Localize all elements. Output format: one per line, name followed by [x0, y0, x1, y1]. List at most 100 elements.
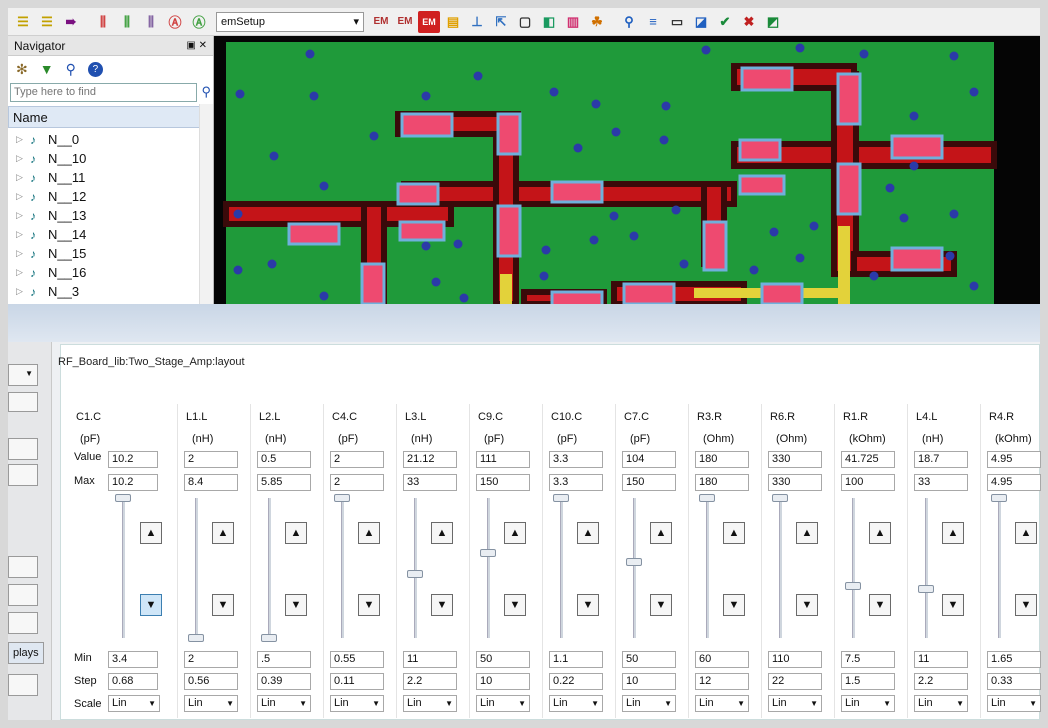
- left-button-5[interactable]: [8, 612, 38, 634]
- step-field[interactable]: 0.22: [549, 673, 603, 690]
- color-layers-icon[interactable]: ▥: [562, 11, 584, 33]
- em-icon[interactable]: EM: [418, 10, 440, 33]
- param-slider-thumb[interactable]: [991, 494, 1007, 502]
- min-field[interactable]: 3.4: [108, 651, 158, 668]
- decrease-button[interactable]: ▼: [577, 594, 599, 616]
- probe-icon[interactable]: ⊥: [466, 11, 488, 33]
- max-field[interactable]: 5.85: [257, 474, 311, 491]
- increase-button[interactable]: ▲: [431, 522, 453, 544]
- max-field[interactable]: 10.2: [108, 474, 158, 491]
- increase-button[interactable]: ▲: [1015, 522, 1037, 544]
- expand-arrow-icon[interactable]: ▷: [16, 248, 26, 259]
- scale-select[interactable]: Lin ▼: [403, 695, 457, 712]
- param-slider-track[interactable]: [852, 498, 855, 638]
- expand-arrow-icon[interactable]: ▷: [16, 153, 26, 164]
- value-field[interactable]: 18.7: [914, 451, 968, 468]
- net-list-item[interactable]: ▷ ♪ N__0: [8, 130, 213, 149]
- export-icon[interactable]: ⇱: [490, 11, 512, 33]
- decrease-button[interactable]: ▼: [869, 594, 891, 616]
- param-slider-track[interactable]: [414, 498, 417, 638]
- left-combo[interactable]: ▼: [8, 364, 38, 386]
- step-field[interactable]: 0.39: [257, 673, 311, 690]
- decrease-button[interactable]: ▼: [796, 594, 818, 616]
- value-field[interactable]: 111: [476, 451, 530, 468]
- expand-arrow-icon[interactable]: ▷: [16, 191, 26, 202]
- min-field[interactable]: 11: [403, 651, 457, 668]
- step-field[interactable]: 0.56: [184, 673, 238, 690]
- scale-select[interactable]: Lin ▼: [476, 695, 530, 712]
- increase-button[interactable]: ▲: [504, 522, 526, 544]
- param-slider-track[interactable]: [487, 498, 490, 638]
- check-icon[interactable]: ✔: [714, 11, 736, 33]
- param-slider-track[interactable]: [560, 498, 563, 638]
- scale-select[interactable]: Lin ▼: [549, 695, 603, 712]
- align-top-icon[interactable]: ☰: [12, 11, 34, 33]
- float-icon[interactable]: ▣: [186, 40, 195, 51]
- scale-select[interactable]: Lin ▼: [257, 695, 311, 712]
- left-field[interactable]: [8, 392, 38, 412]
- scale-select[interactable]: Lin ▼: [330, 695, 384, 712]
- min-field[interactable]: 1.65: [987, 651, 1041, 668]
- step-field[interactable]: 10: [476, 673, 530, 690]
- left-button-6[interactable]: [8, 674, 38, 696]
- decrease-button[interactable]: ▼: [285, 594, 307, 616]
- min-field[interactable]: 50: [476, 651, 530, 668]
- decrease-button[interactable]: ▼: [431, 594, 453, 616]
- max-field[interactable]: 2: [330, 474, 384, 491]
- chart-icon[interactable]: ▤: [442, 11, 464, 33]
- 3d-render-icon[interactable]: ◧: [538, 11, 560, 33]
- value-field[interactable]: 2: [330, 451, 384, 468]
- value-field[interactable]: 2: [184, 451, 238, 468]
- max-field[interactable]: 180: [695, 474, 749, 491]
- param-slider-thumb[interactable]: [699, 494, 715, 502]
- search-icon[interactable]: ⚲: [618, 11, 640, 33]
- min-field[interactable]: 110: [768, 651, 822, 668]
- expand-arrow-icon[interactable]: ▷: [16, 286, 26, 297]
- name-column-header[interactable]: Name: [8, 106, 213, 128]
- rect-icon[interactable]: ▭: [666, 11, 688, 33]
- expand-arrow-icon[interactable]: ▷: [16, 267, 26, 278]
- increase-button[interactable]: ▲: [577, 522, 599, 544]
- tune-icon[interactable]: ☘: [586, 11, 608, 33]
- step-field[interactable]: 0.11: [330, 673, 384, 690]
- value-field[interactable]: 180: [695, 451, 749, 468]
- step-field[interactable]: 0.68: [108, 673, 158, 690]
- expand-arrow-icon[interactable]: ▷: [16, 172, 26, 183]
- em-setup-icon[interactable]: EM: [370, 11, 392, 33]
- step-field[interactable]: 22: [768, 673, 822, 690]
- value-field[interactable]: 0.5: [257, 451, 311, 468]
- em-clear-icon[interactable]: EM: [394, 11, 416, 33]
- decrease-button[interactable]: ▼: [140, 594, 162, 616]
- param-slider-thumb[interactable]: [772, 494, 788, 502]
- scale-select[interactable]: Lin ▼: [914, 695, 968, 712]
- value-field[interactable]: 4.95: [987, 451, 1041, 468]
- 3d-view-icon[interactable]: ▢: [514, 11, 536, 33]
- decrease-button[interactable]: ▼: [504, 594, 526, 616]
- param-slider-thumb[interactable]: [553, 494, 569, 502]
- param-slider-track[interactable]: [998, 498, 1001, 638]
- param-slider-track[interactable]: [341, 498, 344, 638]
- decrease-button[interactable]: ▼: [650, 594, 672, 616]
- net-list-item[interactable]: ▷ ♪ N__12: [8, 187, 213, 206]
- increase-button[interactable]: ▲: [212, 522, 234, 544]
- scale-select[interactable]: Lin ▼: [841, 695, 895, 712]
- expand-arrow-icon[interactable]: ▷: [16, 134, 26, 145]
- scale-select[interactable]: Lin ▼: [108, 695, 160, 712]
- value-field[interactable]: 10.2: [108, 451, 158, 468]
- max-field[interactable]: 150: [622, 474, 676, 491]
- left-button-4[interactable]: [8, 584, 38, 606]
- increase-button[interactable]: ▲: [942, 522, 964, 544]
- auto-route-icon[interactable]: Ⓐ: [164, 11, 186, 33]
- settings-icon[interactable]: ✻: [16, 61, 28, 78]
- min-field[interactable]: 50: [622, 651, 676, 668]
- param-slider-thumb[interactable]: [918, 585, 934, 593]
- scale-select[interactable]: Lin ▼: [184, 695, 238, 712]
- max-field[interactable]: 8.4: [184, 474, 238, 491]
- max-field[interactable]: 150: [476, 474, 530, 491]
- net-list-item[interactable]: ▷ ♪ N__11: [8, 168, 213, 187]
- bug-icon[interactable]: ✖: [738, 11, 760, 33]
- param-slider-thumb[interactable]: [188, 634, 204, 642]
- net-list-item[interactable]: ▷ ♪ N__10: [8, 149, 213, 168]
- param-slider-track[interactable]: [706, 498, 709, 638]
- value-field[interactable]: 104: [622, 451, 676, 468]
